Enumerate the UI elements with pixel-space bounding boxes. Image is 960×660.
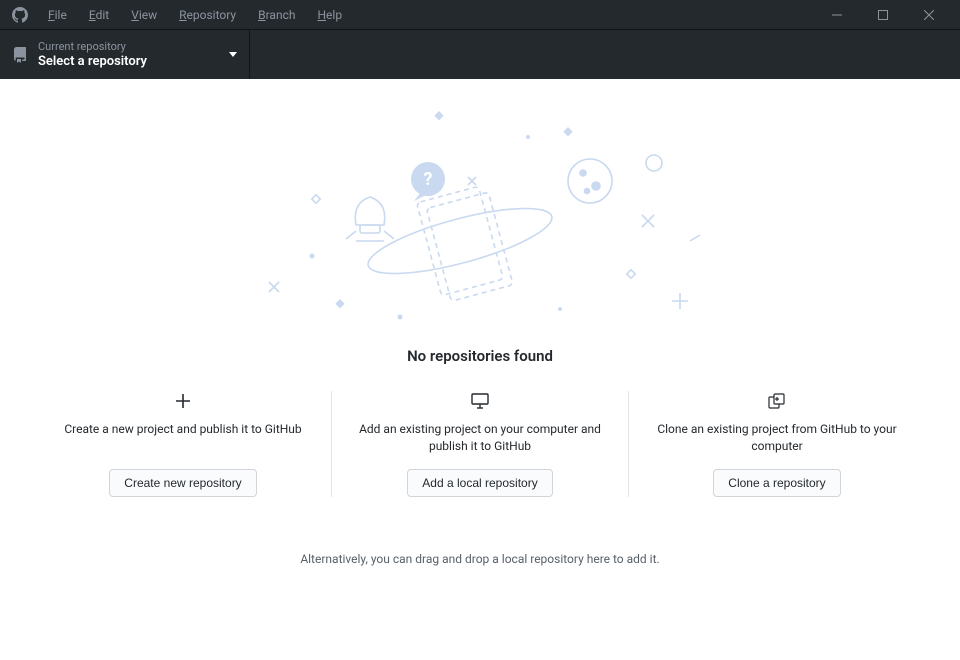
toolbar: Current repository Select a repository [0,29,960,79]
window-controls [814,0,952,29]
svg-text:?: ? [424,169,433,190]
minimize-button[interactable] [814,0,860,29]
clone-repository-button[interactable]: Clone a repository [713,469,840,497]
drag-drop-hint: Alternatively, you can drag and drop a l… [300,552,659,566]
plus-icon [176,391,190,411]
main-content: ? No repositories found [0,79,960,660]
empty-state-illustration: ? [250,101,710,341]
menu-help[interactable]: Help [307,4,352,26]
menu-repository[interactable]: Repository [169,4,246,26]
close-button[interactable] [906,0,952,29]
add-local-repository-button[interactable]: Add a local repository [407,469,552,497]
option-add: Add an existing project on your computer… [331,391,628,497]
maximize-button[interactable] [860,0,906,29]
repo-selector-text: Current repository Select a repository [38,40,219,70]
option-create-desc: Create a new project and publish it to G… [64,421,301,455]
repo-selector-label: Current repository [38,40,219,54]
option-clone-desc: Clone an existing project from GitHub to… [651,421,903,455]
option-clone: Clone an existing project from GitHub to… [628,391,925,497]
menu-items: File Edit View Repository Branch Help [38,4,352,26]
chevron-down-icon [229,52,237,57]
options-row: Create a new project and publish it to G… [35,391,925,497]
desktop-icon [471,391,489,411]
repo-icon [12,47,28,63]
github-logo-icon [12,7,28,23]
option-create: Create a new project and publish it to G… [35,391,331,497]
menu-view[interactable]: View [121,4,167,26]
repo-selector[interactable]: Current repository Select a repository [0,30,250,79]
menu-edit[interactable]: Edit [79,4,119,26]
create-new-repository-button[interactable]: Create new repository [109,469,256,497]
option-add-desc: Add an existing project on your computer… [354,421,606,455]
menu-branch[interactable]: Branch [248,4,305,26]
clone-icon [768,391,786,411]
no-repos-heading: No repositories found [407,347,553,365]
menu-bar: File Edit View Repository Branch Help [0,0,960,29]
repo-selector-value: Select a repository [38,54,219,70]
menu-file[interactable]: File [38,4,77,26]
